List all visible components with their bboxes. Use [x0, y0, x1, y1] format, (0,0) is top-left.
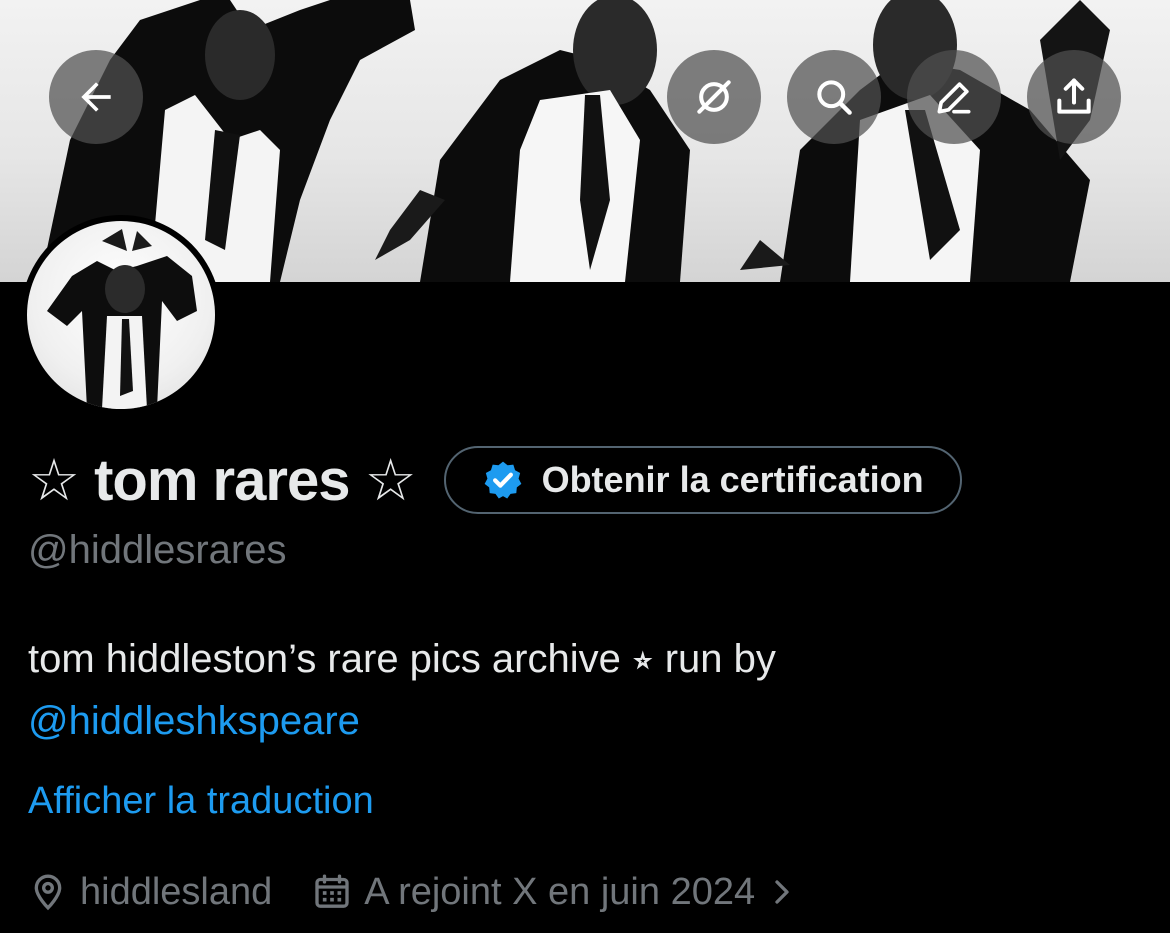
location-text: hiddlesland — [80, 870, 273, 913]
share-icon — [1057, 78, 1091, 114]
arrow-left-icon — [81, 82, 111, 112]
edit-button[interactable] — [907, 50, 1001, 144]
profile-meta: hiddlesland A rejoint X en juin 2024 — [28, 862, 797, 922]
show-translation-link[interactable]: Afficher la traduction — [28, 780, 374, 823]
profile-bio: tom hiddleston’s rare pics archive ⭒ run… — [28, 628, 1138, 752]
location-pin-icon — [34, 874, 62, 911]
grok-icon — [697, 80, 731, 114]
avatar-photo — [27, 221, 215, 409]
get-verified-label: Obtenir la certification — [541, 459, 924, 500]
search-button[interactable] — [787, 50, 881, 144]
location-item: hiddlesland — [28, 871, 272, 914]
name-row: ☆ tom rares ☆ Obtenir la certification — [28, 442, 962, 518]
get-verified-button[interactable]: Obtenir la certification — [443, 446, 962, 514]
share-button[interactable] — [1027, 50, 1121, 144]
joined-item[interactable]: A rejoint X en juin 2024 — [312, 871, 797, 914]
calendar-icon — [315, 874, 349, 908]
bio-text: tom hiddleston’s rare pics archive ⭒ run… — [28, 637, 776, 681]
back-button[interactable] — [49, 50, 143, 144]
edit-icon — [937, 82, 971, 114]
display-name: ☆ tom rares ☆ — [28, 448, 417, 513]
profile-handle: @hiddlesrares — [28, 528, 287, 572]
bio-mention-link[interactable]: @hiddleshkspeare — [28, 699, 360, 743]
verified-badge-icon — [484, 461, 521, 499]
search-icon — [817, 80, 852, 115]
joined-text: A rejoint X en juin 2024 — [364, 870, 756, 913]
grok-button[interactable] — [667, 50, 761, 144]
avatar[interactable] — [21, 215, 221, 415]
chevron-right-icon — [775, 880, 789, 904]
